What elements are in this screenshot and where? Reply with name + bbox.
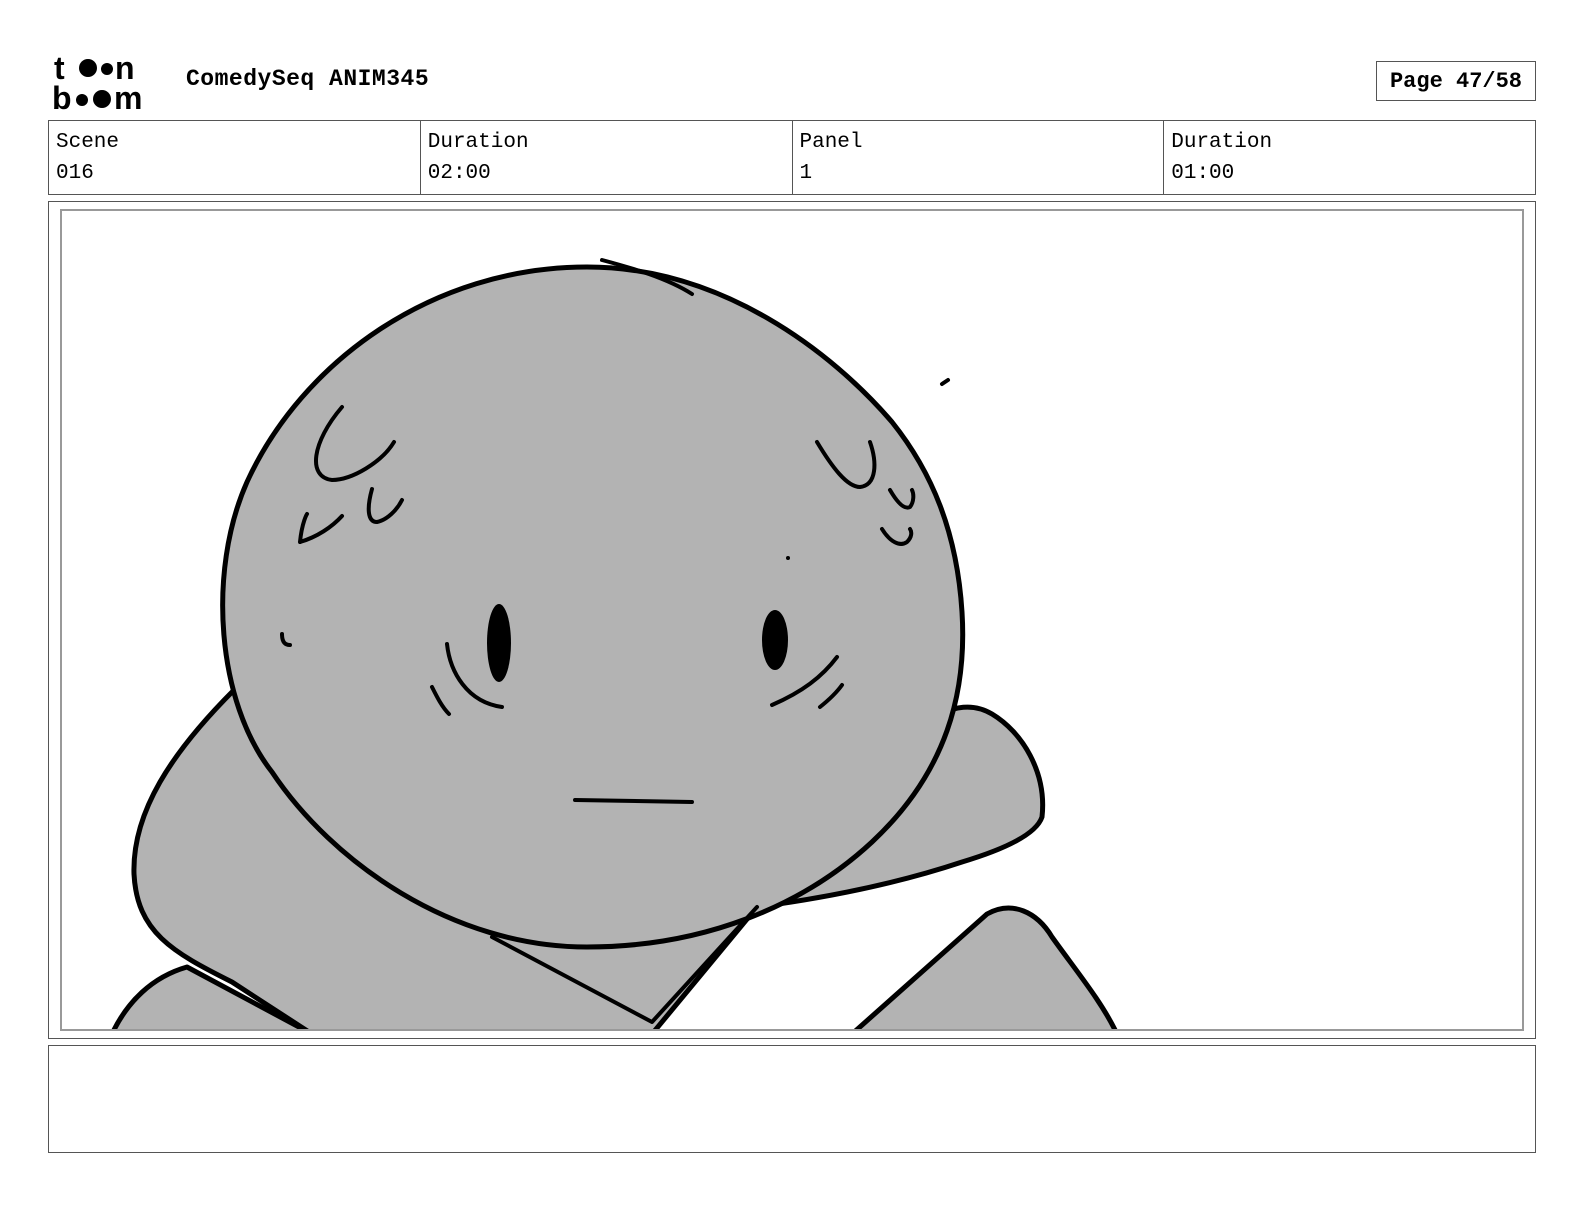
info-label: Scene [56,131,120,154]
info-value: 016 [56,162,94,185]
toonboom-logo: toon t n b m [52,50,164,116]
info-cell-panel-duration: Duration 01:00 [1164,121,1535,194]
page-indicator: Page 47/58 [1376,61,1536,101]
svg-text:m: m [114,80,142,112]
info-cell-scene-duration: Duration 02:00 [421,121,793,194]
panel-notes [48,1045,1536,1153]
panel-image [60,209,1524,1031]
svg-text:b: b [52,80,72,112]
info-cell-scene: Scene 016 [49,121,421,194]
info-label: Duration [427,131,529,154]
info-label: Panel [799,131,863,154]
info-value: 01:00 [1171,162,1235,185]
character-sketch [111,258,1118,1029]
info-label: Duration [1171,131,1273,154]
info-value: 1 [799,162,813,185]
info-value: 02:00 [427,162,491,185]
toonboom-logo-mark: toon t n b m [52,50,142,116]
project-title: ComedySeq ANIM345 [186,66,430,92]
info-cell-panel: Panel 1 [793,121,1165,194]
page-label: Page 47/58 [1389,68,1523,94]
scene-info-table: Scene 016 Duration 02:00 Panel 1 Duratio… [48,120,1536,195]
